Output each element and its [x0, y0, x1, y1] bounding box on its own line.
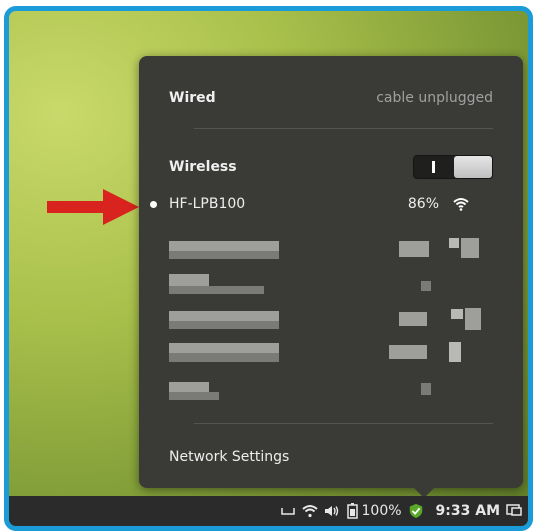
- volume-icon[interactable]: [324, 503, 340, 519]
- pixelated-block: [169, 353, 279, 362]
- pixelated-block: [169, 251, 279, 259]
- pixelated-block: [451, 309, 463, 319]
- pixelated-block: [169, 241, 279, 251]
- pixelated-block: [449, 342, 461, 362]
- wired-label: Wired: [169, 90, 216, 106]
- pixelated-block: [465, 308, 481, 330]
- network-item-connected[interactable]: HF-LPB100 86%: [150, 196, 493, 212]
- pixelated-block: [421, 281, 431, 291]
- network-settings-label: Network Settings: [169, 449, 290, 465]
- taskbar: 100% 9:33 AM: [9, 496, 528, 526]
- network-signal: 86%: [408, 196, 469, 212]
- network-name-wrapper: HF-LPB100: [150, 196, 246, 212]
- wifi-icon[interactable]: [301, 503, 318, 519]
- pixelated-block: [389, 345, 427, 359]
- pixelated-block: [169, 343, 279, 353]
- pixelated-block: [399, 312, 427, 326]
- battery-percent: 100%: [361, 503, 402, 519]
- separator: [194, 128, 493, 129]
- shield-check-icon[interactable]: [408, 503, 424, 519]
- pixelated-block: [399, 241, 429, 257]
- wired-row[interactable]: Wired cable unplugged: [169, 90, 493, 106]
- separator: [194, 423, 493, 424]
- pixelated-block: [169, 311, 279, 321]
- pixelated-block: [169, 392, 219, 400]
- toggle-knob: [454, 156, 492, 178]
- wifi-icon: [453, 198, 469, 211]
- pixelated-block: [449, 238, 459, 248]
- wireless-label: Wireless: [169, 159, 237, 175]
- annotation-arrow-icon: [47, 189, 139, 225]
- screenshot-frame: Wired cable unplugged Wireless HF-LPB100…: [4, 6, 533, 531]
- pixelated-block: [169, 286, 264, 294]
- clock[interactable]: 9:33 AM: [436, 503, 500, 519]
- network-settings-item[interactable]: Network Settings: [169, 449, 493, 465]
- display-icon[interactable]: [506, 503, 522, 519]
- network-menu: Wired cable unplugged Wireless HF-LPB100…: [139, 56, 523, 498]
- wired-status: cable unplugged: [376, 90, 493, 106]
- pixelated-block: [461, 238, 479, 258]
- signal-percent: 86%: [407, 196, 439, 212]
- toggle-on-indicator: [432, 161, 435, 173]
- wireless-row: Wireless: [169, 155, 493, 179]
- connected-dot-icon: [150, 200, 157, 208]
- wireless-toggle[interactable]: [413, 155, 493, 179]
- pixelated-block: [169, 382, 209, 392]
- pixelated-block: [169, 321, 279, 329]
- battery-indicator[interactable]: 100%: [346, 503, 402, 519]
- battery-icon: [346, 503, 358, 519]
- network-name: HF-LPB100: [169, 196, 246, 212]
- keyboard-icon[interactable]: [280, 503, 296, 519]
- pixelated-block: [169, 274, 209, 286]
- pixelated-block: [421, 383, 431, 395]
